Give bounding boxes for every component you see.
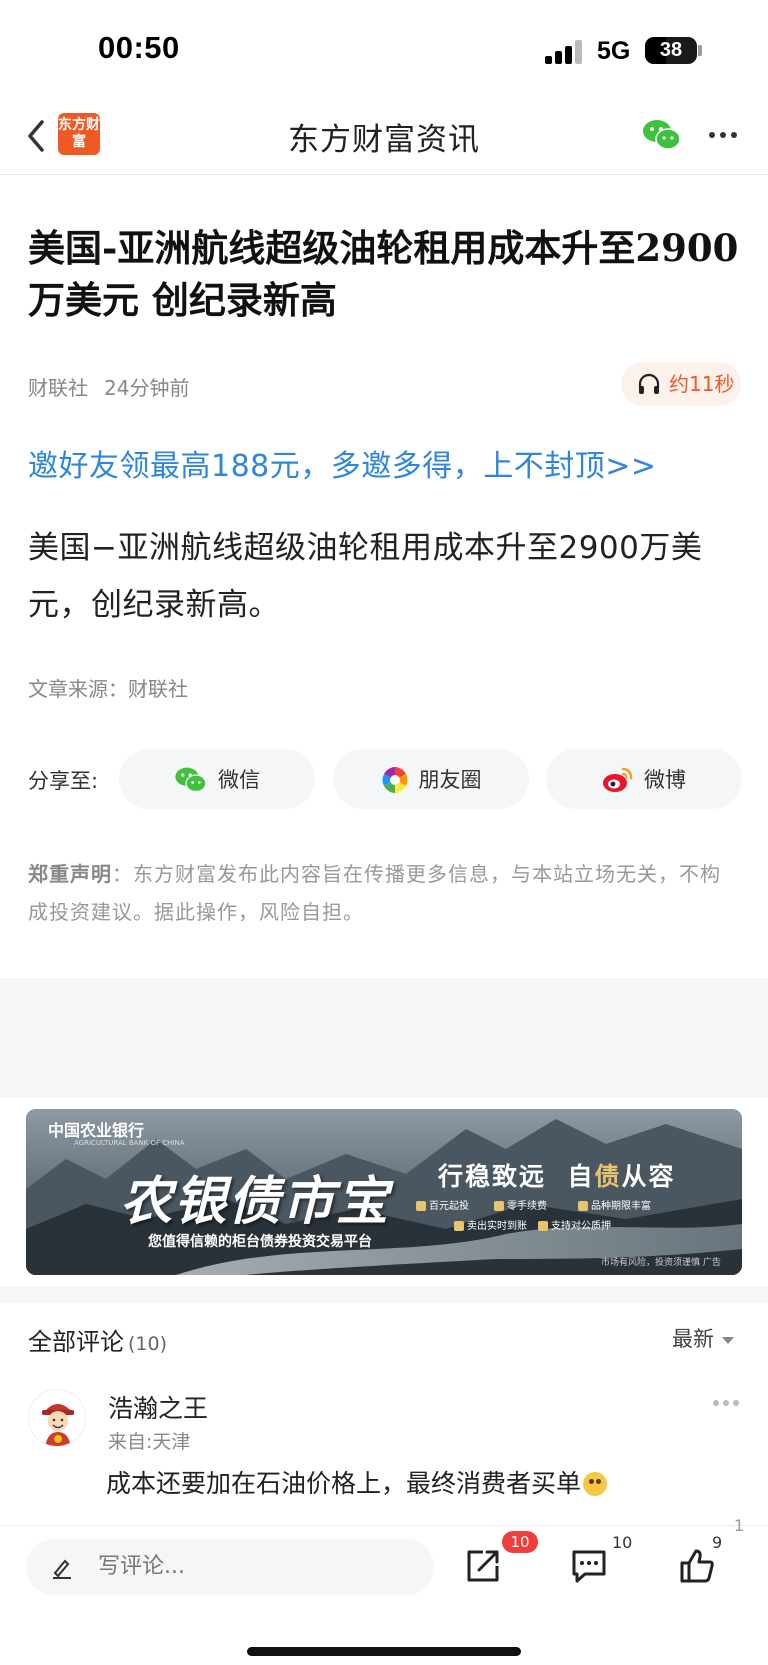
section-divider [0, 1286, 768, 1303]
weibo-icon [603, 767, 633, 792]
battery-cap [698, 45, 702, 56]
home-indicator[interactable] [247, 1647, 521, 1656]
ad-tag: 广告 [702, 1258, 721, 1268]
like-count: 9 [712, 1533, 723, 1552]
comment-input[interactable]: 写评论... [26, 1539, 434, 1595]
ad-bank-name-en: AGRICULTURAL BANK OF CHINA [74, 1139, 185, 1147]
nav-bar: 东方财富 东方财富资讯 [0, 100, 768, 175]
share-weibo-button[interactable]: 微博 [546, 749, 742, 809]
section-divider [0, 978, 768, 1098]
moments-icon [381, 767, 408, 793]
battery-level: 38 [659, 39, 683, 61]
comment-input-placeholder: 写评论... [98, 1554, 185, 1579]
ad-feature: 卖出实时到账 [454, 1217, 527, 1232]
share-moments-button[interactable]: 朋友圈 [333, 749, 529, 809]
like-button[interactable] [677, 1546, 717, 1586]
caret-down-icon [722, 1336, 734, 1344]
headphones-icon [638, 373, 660, 394]
status-bar: 00:50 5G 38 [0, 0, 768, 100]
share-label: 分享至: [28, 769, 99, 793]
ad-feature: 支持对公质押 [538, 1217, 611, 1232]
ad-feature: 零手续费 [494, 1197, 547, 1212]
disclaimer-text: ：东方财富发布此内容旨在传播更多信息，与本站立场无关，不构成投资建议。据此操作，… [28, 862, 721, 924]
comments-header: 全部评论 (10) [28, 1322, 167, 1357]
comments-count: (10) [128, 1333, 168, 1355]
ad-slogan: 行稳致远 自债从容 [438, 1162, 676, 1191]
emoji-icon [583, 1472, 608, 1496]
ad-subtitle: 您值得信赖的柜台债券投资交易平台 [148, 1234, 372, 1250]
share-icon [467, 1550, 499, 1582]
comment-location: 来自:天津 [108, 1431, 191, 1453]
article-title: 美国-亚洲航线超级油轮租用成本升至2900万美元 创纪录新高 [28, 226, 739, 322]
avatar[interactable] [28, 1389, 86, 1447]
invite-promo-link[interactable]: 邀好友领最高188元，多邀多得，上不封顶>> [28, 441, 657, 485]
comment-text: 成本还要加在石油价格上，最终消费者买单 [106, 1464, 608, 1500]
article-source-line: 文章来源：财联社 [28, 677, 188, 701]
comment-more-button[interactable] [713, 1398, 741, 1408]
share-wechat-button[interactable]: 微信 [119, 749, 315, 809]
ad-brand: 农银债市宝 [120, 1171, 391, 1232]
ad-banner[interactable]: 中国农业银行 AGRICULTURAL BANK OF CHINA 农银债市宝 … [26, 1109, 742, 1275]
disclaimer-heading: 郑重声明 [28, 862, 112, 886]
comment-count: 10 [612, 1533, 633, 1552]
share-moments-label: 朋友圈 [418, 768, 482, 792]
bottom-bar: 1 写评论... 10 10 9 [0, 1516, 768, 1665]
more-button[interactable] [708, 124, 738, 144]
comment-icon [572, 1550, 606, 1583]
share-button[interactable] [463, 1546, 503, 1586]
comments-title: 全部评论 [28, 1328, 124, 1356]
article-body: 美国−亚洲航线超级油轮租用成本升至2900万美元，创纪录新高。 [28, 530, 703, 623]
signal-icon [545, 40, 585, 64]
wechat-icon [643, 120, 681, 150]
share-weibo-label: 微博 [644, 768, 686, 792]
comments-button[interactable] [569, 1546, 609, 1586]
listen-button[interactable]: 约11秒 [621, 362, 741, 406]
wechat-icon [175, 767, 207, 793]
ad-bank-name: 中国农业银行 [48, 1121, 145, 1140]
battery-icon: 38 [645, 37, 697, 64]
avatar-image [29, 1390, 85, 1446]
ad-feature: 百元起投 [416, 1197, 469, 1212]
share-wechat-label: 微信 [218, 768, 260, 792]
sort-label: 最新 [672, 1327, 714, 1351]
peek-count: 1 [734, 1516, 745, 1535]
ad-risk-note: 市场有风险，投资须谨慎 广告 [601, 1258, 721, 1268]
comment-username[interactable]: 浩瀚之王 [108, 1389, 208, 1425]
article-source: 财联社 [28, 376, 88, 400]
article-time: 24分钟前 [104, 376, 190, 400]
wechat-share-button[interactable] [642, 118, 682, 152]
thumbs-up-icon [680, 1549, 714, 1583]
disclaimer: 郑重声明：东方财富发布此内容旨在传播更多信息，与本站立场无关，不构成投资建议。据… [28, 855, 728, 931]
pencil-icon [53, 1559, 71, 1579]
status-time: 00:50 [98, 30, 180, 65]
share-count-badge: 10 [502, 1531, 538, 1553]
listen-duration: 约11秒 [669, 372, 735, 396]
article-meta: 财联社 24分钟前 [28, 372, 189, 401]
network-label: 5G [597, 37, 631, 65]
ad-feature: 品种期限丰富 [578, 1197, 651, 1212]
comments-sort-dropdown[interactable]: 最新 [672, 1323, 734, 1353]
